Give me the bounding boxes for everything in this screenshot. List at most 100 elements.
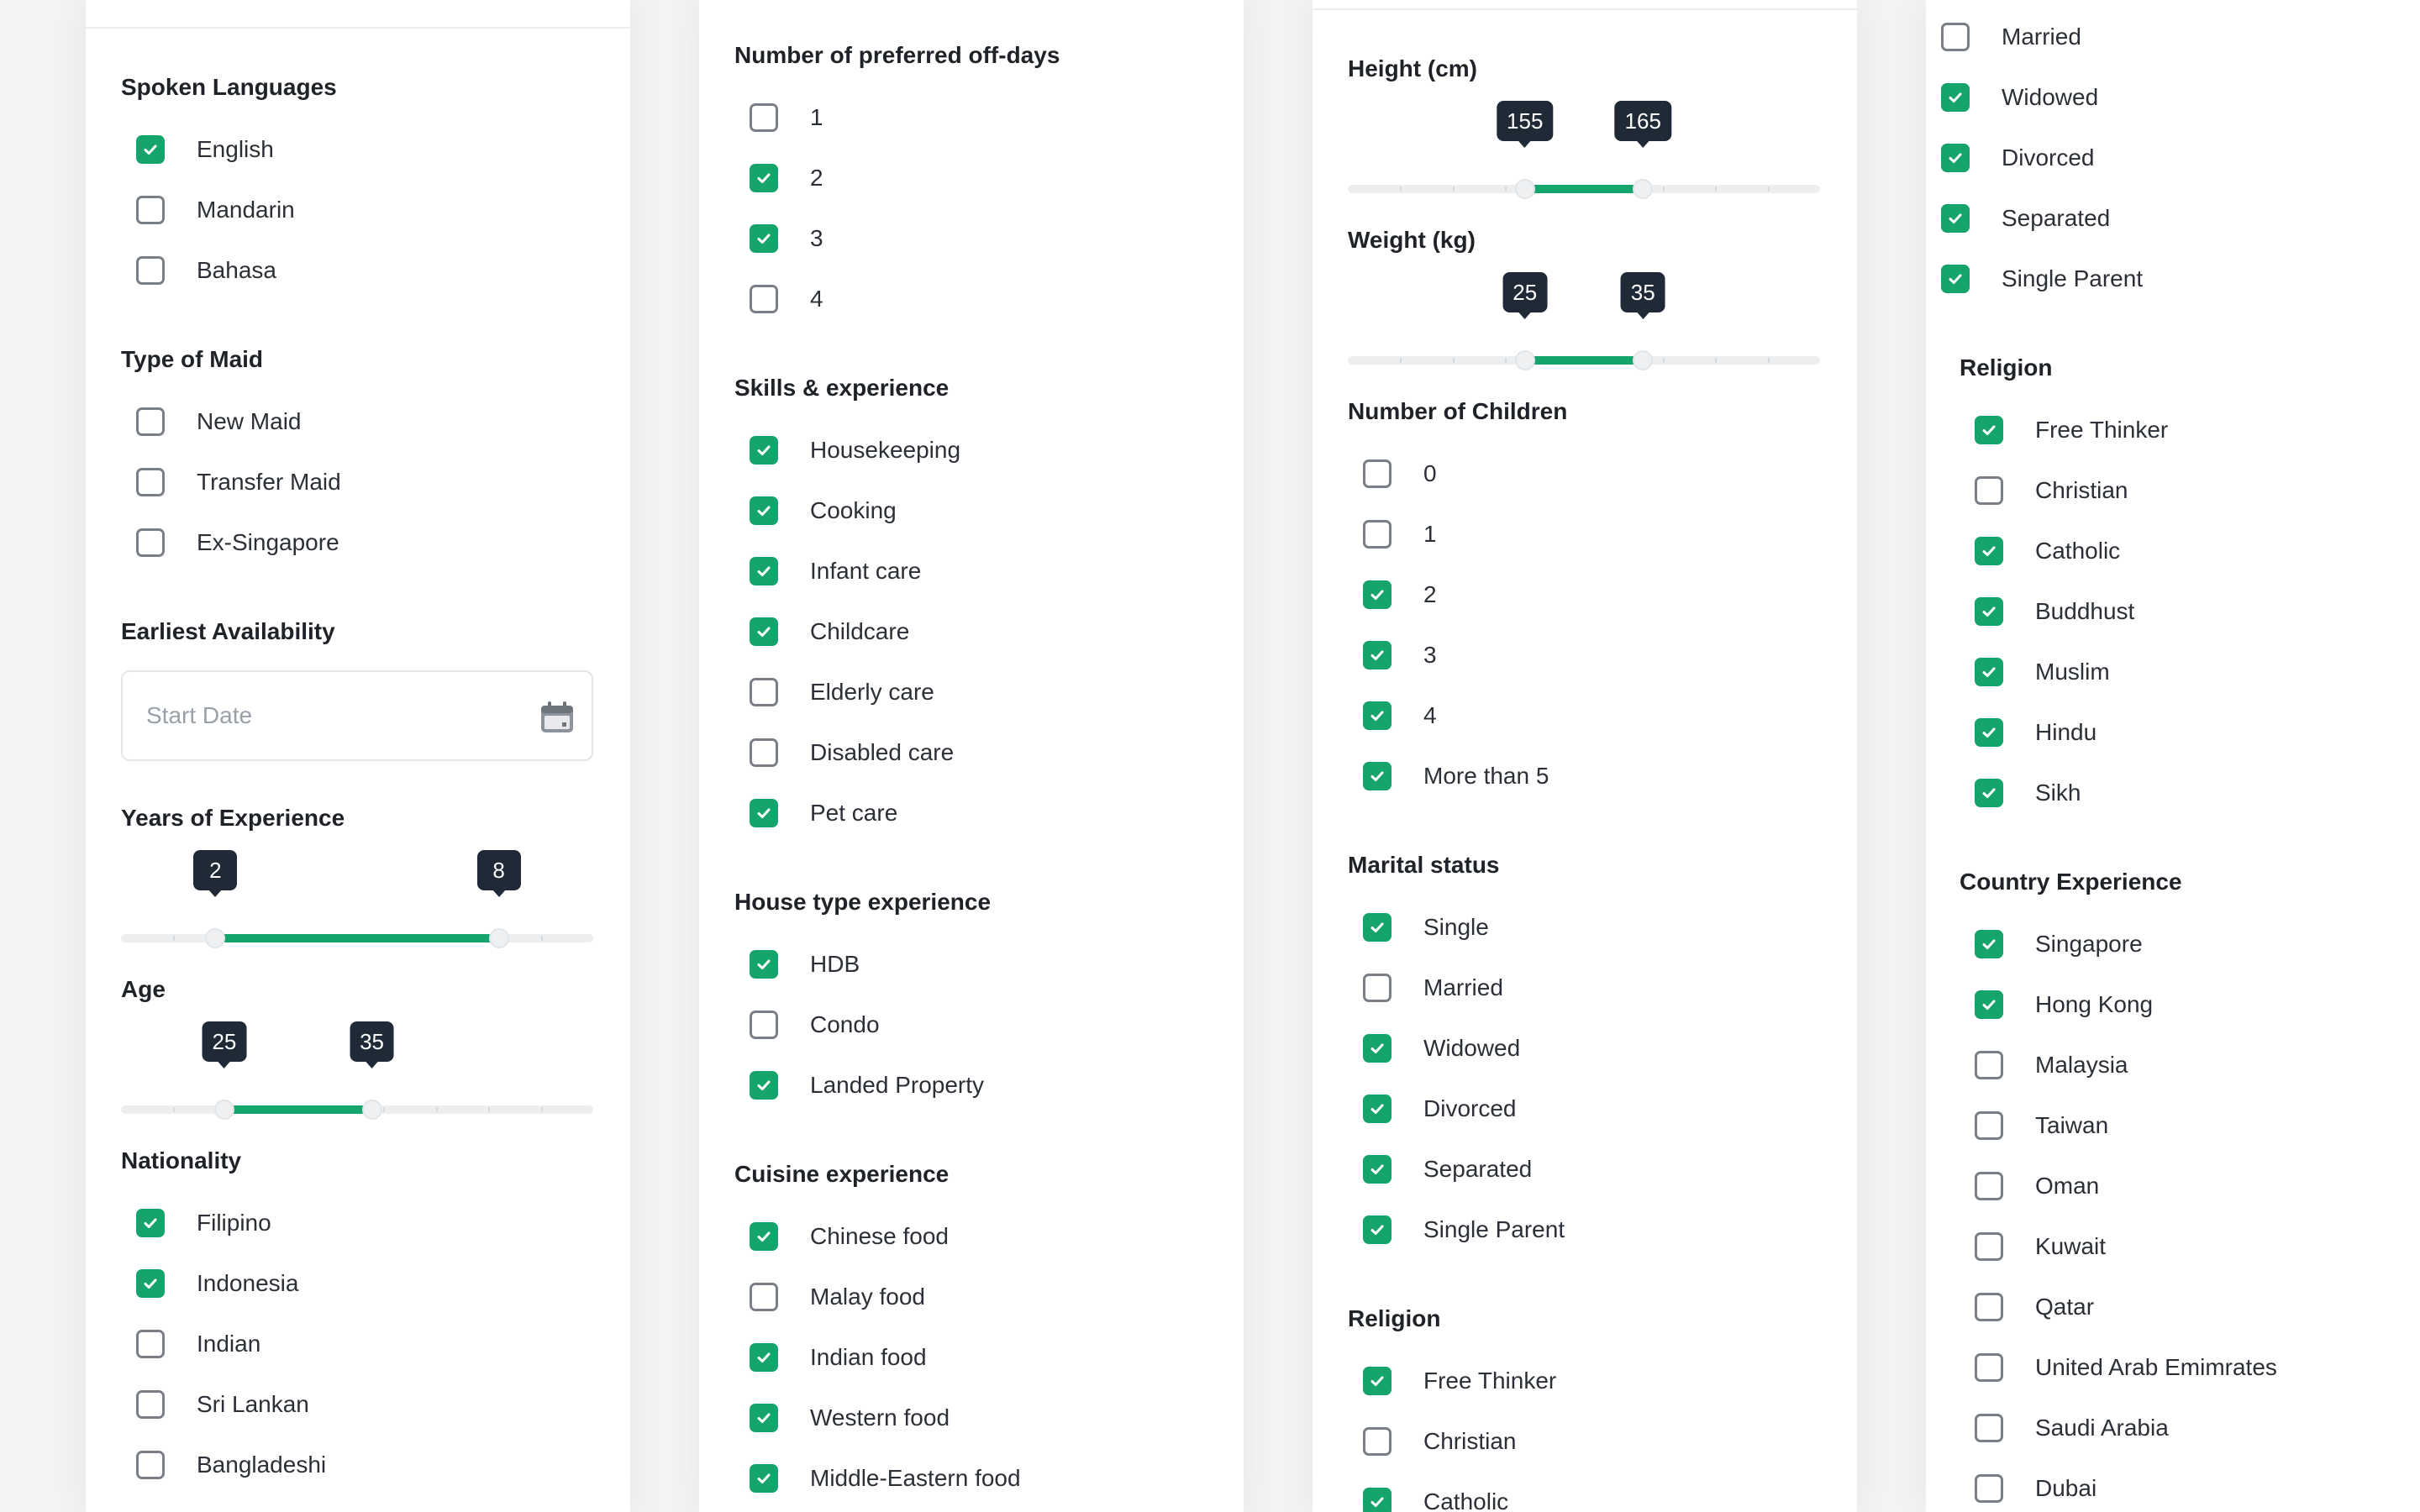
checkbox-kuwait[interactable]: Kuwait xyxy=(1975,1230,2106,1263)
slider-min-handle[interactable] xyxy=(213,1100,234,1120)
checkbox-box[interactable] xyxy=(1975,1293,2003,1321)
checkbox-box[interactable] xyxy=(1975,658,2003,686)
checkbox-hong-kong[interactable]: Hong Kong xyxy=(1975,988,2153,1021)
checkbox-box[interactable] xyxy=(1363,459,1392,488)
checkbox-box[interactable] xyxy=(1975,1111,2003,1140)
checkbox-filipino[interactable]: Filipino xyxy=(136,1206,271,1240)
slider-min-handle[interactable] xyxy=(1514,179,1535,199)
checkbox-4[interactable]: 4 xyxy=(750,282,823,316)
checkbox-3[interactable]: 3 xyxy=(750,222,823,255)
checkbox-box[interactable] xyxy=(1363,520,1392,549)
calendar-icon[interactable] xyxy=(539,701,575,734)
slider-max-handle[interactable] xyxy=(488,928,509,948)
checkbox-buddhust[interactable]: Buddhust xyxy=(1975,595,2134,628)
checkbox-box[interactable] xyxy=(750,1283,778,1311)
checkbox-box[interactable] xyxy=(1941,265,1970,293)
checkbox-box[interactable] xyxy=(1975,718,2003,747)
checkbox-indonesia[interactable]: Indonesia xyxy=(136,1267,298,1300)
checkbox-box[interactable] xyxy=(1975,1353,2003,1382)
checkbox-bangladeshi[interactable]: Bangladeshi xyxy=(136,1448,326,1482)
checkbox-landed-property[interactable]: Landed Property xyxy=(750,1068,984,1102)
checkbox-box[interactable] xyxy=(1941,144,1970,172)
checkbox-singapore[interactable]: Singapore xyxy=(1975,927,2143,961)
checkbox-box[interactable] xyxy=(1363,641,1392,669)
slider-max-handle[interactable] xyxy=(1633,179,1654,199)
checkbox-box[interactable] xyxy=(1975,597,2003,626)
checkbox-box[interactable] xyxy=(750,1011,778,1039)
checkbox-dubai[interactable]: Dubai xyxy=(1975,1472,2096,1505)
checkbox-box[interactable] xyxy=(136,256,165,285)
checkbox-free-thinker[interactable]: Free Thinker xyxy=(1975,413,2168,447)
checkbox-divorced[interactable]: Divorced xyxy=(1941,141,2094,175)
checkbox-box[interactable] xyxy=(1363,580,1392,609)
checkbox-christian[interactable]: Christian xyxy=(1363,1425,1516,1458)
checkbox-single-parent[interactable]: Single Parent xyxy=(1941,262,2143,296)
checkbox-box[interactable] xyxy=(1363,1034,1392,1063)
checkbox-box[interactable] xyxy=(1941,23,1970,51)
checkbox-1[interactable]: 1 xyxy=(1363,517,1437,551)
checkbox-single[interactable]: Single xyxy=(1363,911,1489,944)
checkbox-box[interactable] xyxy=(136,1269,165,1298)
checkbox-free-thinker[interactable]: Free Thinker xyxy=(1363,1364,1556,1398)
checkbox-infant-care[interactable]: Infant care xyxy=(750,554,921,588)
checkbox-box[interactable] xyxy=(750,557,778,585)
checkbox-disabled-care[interactable]: Disabled care xyxy=(750,736,954,769)
start-date-field[interactable] xyxy=(121,670,593,761)
checkbox-childcare[interactable]: Childcare xyxy=(750,615,909,648)
checkbox-qatar[interactable]: Qatar xyxy=(1975,1290,2094,1324)
checkbox-box[interactable] xyxy=(1975,1474,2003,1503)
checkbox-box[interactable] xyxy=(1975,1051,2003,1079)
checkbox-box[interactable] xyxy=(1363,1367,1392,1395)
checkbox-housekeeping[interactable]: Housekeeping xyxy=(750,433,960,467)
checkbox-separated[interactable]: Separated xyxy=(1363,1152,1532,1186)
height-slider[interactable]: 155 165 xyxy=(1348,101,1820,202)
checkbox-box[interactable] xyxy=(1975,1172,2003,1200)
checkbox-box[interactable] xyxy=(750,1071,778,1100)
checkbox-united-arab-emimrates[interactable]: United Arab Emimrates xyxy=(1975,1351,2277,1384)
checkbox-married[interactable]: Married xyxy=(1941,20,2081,54)
checkbox-box[interactable] xyxy=(1363,762,1392,790)
checkbox-0[interactable]: 0 xyxy=(1363,457,1437,491)
checkbox-box[interactable] xyxy=(750,103,778,132)
checkbox-box[interactable] xyxy=(750,436,778,465)
checkbox-transfer-maid[interactable]: Transfer Maid xyxy=(136,465,341,499)
checkbox-box[interactable] xyxy=(750,799,778,827)
checkbox-separated[interactable]: Separated xyxy=(1941,202,2110,235)
age-slider[interactable]: 25 35 xyxy=(121,1021,593,1122)
checkbox-box[interactable] xyxy=(136,196,165,224)
checkbox-box[interactable] xyxy=(1941,83,1970,112)
checkbox-2[interactable]: 2 xyxy=(750,161,823,195)
checkbox-catholic[interactable]: Catholic xyxy=(1363,1485,1508,1512)
checkbox-box[interactable] xyxy=(1975,930,2003,958)
checkbox-box[interactable] xyxy=(750,1464,778,1493)
checkbox-box[interactable] xyxy=(750,950,778,979)
checkbox-elderly-care[interactable]: Elderly care xyxy=(750,675,934,709)
checkbox-box[interactable] xyxy=(1363,974,1392,1002)
checkbox-box[interactable] xyxy=(1363,913,1392,942)
checkbox-indian-food[interactable]: Indian food xyxy=(750,1341,927,1374)
checkbox-box[interactable] xyxy=(1975,476,2003,505)
checkbox-3[interactable]: 3 xyxy=(1363,638,1437,672)
checkbox-widowed[interactable]: Widowed xyxy=(1941,81,2098,114)
checkbox-box[interactable] xyxy=(1975,990,2003,1019)
slider-min-handle[interactable] xyxy=(205,928,226,948)
checkbox-box[interactable] xyxy=(750,496,778,525)
checkbox-4[interactable]: 4 xyxy=(1363,699,1437,732)
checkbox-indian[interactable]: Indian xyxy=(136,1327,260,1361)
checkbox-divorced[interactable]: Divorced xyxy=(1363,1092,1516,1126)
start-date-input[interactable] xyxy=(146,672,516,759)
checkbox-saudi-arabia[interactable]: Saudi Arabia xyxy=(1975,1411,2169,1445)
checkbox-ex-singapore[interactable]: Ex-Singapore xyxy=(136,526,339,559)
checkbox-box[interactable] xyxy=(750,617,778,646)
checkbox-box[interactable] xyxy=(1363,701,1392,730)
checkbox-chinese-food[interactable]: Chinese food xyxy=(750,1220,949,1253)
checkbox-box[interactable] xyxy=(1363,1095,1392,1123)
checkbox-taiwan[interactable]: Taiwan xyxy=(1975,1109,2108,1142)
checkbox-box[interactable] xyxy=(1975,779,2003,807)
checkbox-box[interactable] xyxy=(750,738,778,767)
checkbox-box[interactable] xyxy=(750,678,778,706)
checkbox-box[interactable] xyxy=(750,1404,778,1432)
checkbox-hindu[interactable]: Hindu xyxy=(1975,716,2096,749)
checkbox-muslim[interactable]: Muslim xyxy=(1975,655,2110,689)
checkbox-box[interactable] xyxy=(1941,204,1970,233)
